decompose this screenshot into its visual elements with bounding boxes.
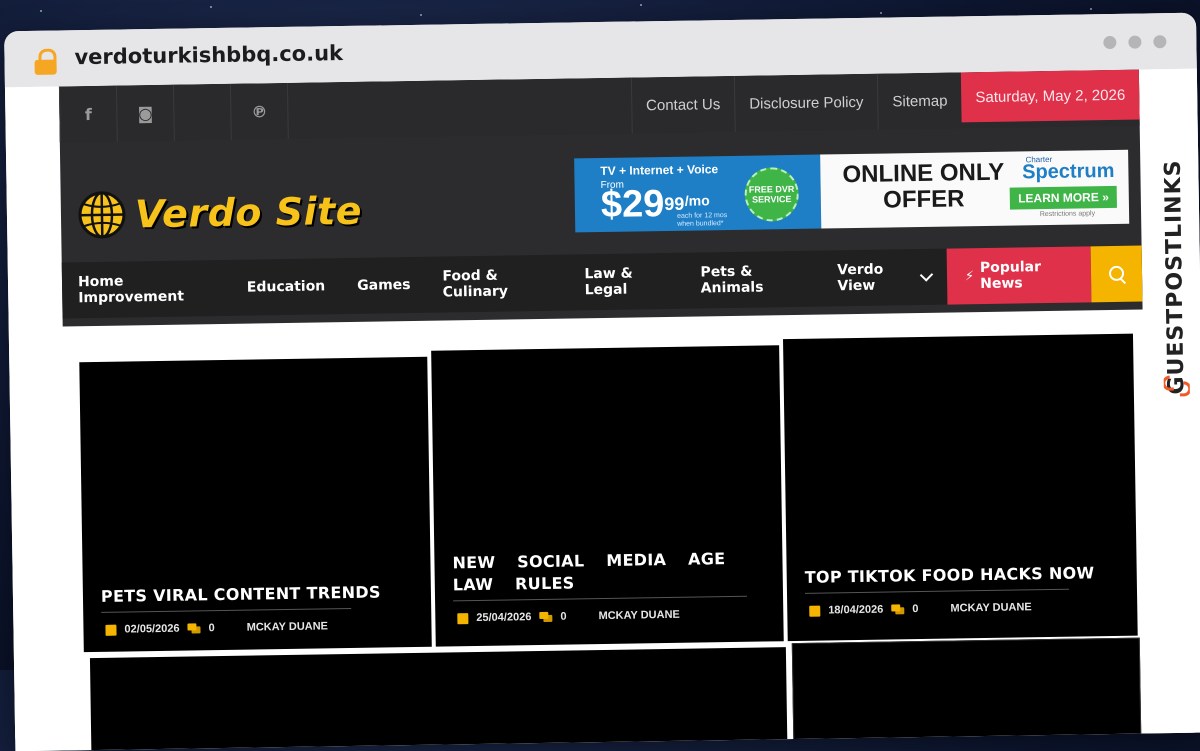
post-card[interactable]: PETS VIRAL CONTENT TRENDS 02/05/2026 0 M… xyxy=(79,356,432,653)
ad-price-dollars: $29 xyxy=(600,183,665,227)
post-meta: 18/04/2026 0 MCKAY DUANE xyxy=(809,601,1032,616)
browser-window: verdoturkishbbq.co.uk f ◙ ℗ Contact Us D… xyxy=(4,12,1200,751)
comment-icon xyxy=(539,612,552,622)
disclosure-policy-link[interactable]: Disclosure Policy xyxy=(733,73,878,132)
chain-link-icon xyxy=(1163,375,1190,397)
post-date: 25/04/2026 xyxy=(476,611,532,625)
post-author[interactable]: MCKAY DUANE xyxy=(950,601,1031,614)
post-divider xyxy=(804,588,1069,594)
ad-price-cents: 99 xyxy=(664,193,685,215)
calendar-icon xyxy=(105,624,117,636)
ad-offer-panel: ONLINE ONLY OFFER Charter Spectrum LEARN… xyxy=(820,149,1130,229)
site-logo[interactable]: Verdo Site xyxy=(77,186,363,240)
logo-text: Verdo Site xyxy=(134,188,363,237)
post-comments[interactable]: 0 xyxy=(560,611,566,623)
ad-top-line: TV + Internet + Voice xyxy=(600,162,719,179)
ad-learn-more-button[interactable]: LEARN MORE » xyxy=(1009,185,1117,210)
pinterest-icon[interactable]: ℗ xyxy=(230,82,289,140)
blank-icon[interactable] xyxy=(173,83,232,141)
post-date: 02/05/2026 xyxy=(124,622,180,636)
ad-offer: ONLINE ONLY OFFER xyxy=(842,158,1005,214)
window-controls xyxy=(1103,35,1167,50)
nav-item-games[interactable]: Games xyxy=(341,257,427,314)
facebook-icon[interactable]: f xyxy=(58,85,118,143)
nav-item-education[interactable]: Education xyxy=(230,258,341,316)
window-dot-icon[interactable] xyxy=(1128,35,1142,49)
post-grid: PETS VIRAL CONTENT TRENDS 02/05/2026 0 M… xyxy=(79,333,1142,751)
calendar-icon xyxy=(809,605,821,617)
url-text[interactable]: verdoturkishbbq.co.uk xyxy=(74,41,343,69)
guestpostlinks-text: GUESTPOSTLINKS xyxy=(1160,159,1190,395)
post-date: 18/04/2026 xyxy=(828,603,884,617)
main-nav: Home Improvement Education Games Food & … xyxy=(61,245,1143,319)
post-card[interactable]: NEW SOCIAL MEDIA AGE LAW RULES 25/04/202… xyxy=(431,345,784,647)
search-icon xyxy=(1108,265,1126,285)
top-links: Contact Us Disclosure Policy Sitemap Sat… xyxy=(630,69,1140,134)
window-dot-icon[interactable] xyxy=(1153,35,1167,49)
ad-brand: Spectrum xyxy=(1021,159,1115,184)
date-badge: Saturday, May 2, 2026 xyxy=(961,69,1140,123)
nav-dropdown-label: Verdo View xyxy=(837,261,884,295)
bolt-icon: ⚡ xyxy=(964,268,975,284)
nav-item-pets-animals[interactable]: Pets & Animals xyxy=(684,251,822,309)
globe-icon xyxy=(78,191,126,239)
post-divider xyxy=(101,607,352,613)
post-card[interactable] xyxy=(89,647,788,751)
post-author[interactable]: MCKAY DUANE xyxy=(598,609,679,622)
social-links: f ◙ ℗ xyxy=(58,82,289,143)
post-comments[interactable]: 0 xyxy=(912,603,918,615)
ad-banner[interactable]: TV + Internet + Voice From $2999 /mo eac… xyxy=(574,149,1130,233)
post-title[interactable]: PETS VIRAL CONTENT TRENDS xyxy=(101,581,421,608)
post-divider xyxy=(453,595,748,602)
ad-restrictions: Restrictions apply xyxy=(1039,210,1096,219)
post-card[interactable] xyxy=(791,637,1142,751)
nav-item-home-improvement[interactable]: Home Improvement xyxy=(62,260,232,319)
ad-per: /mo xyxy=(684,192,710,209)
popular-news-label: Popular News xyxy=(979,259,1042,293)
lock-icon xyxy=(34,48,57,75)
comment-icon xyxy=(891,604,904,614)
ad-price: $2999 xyxy=(600,183,685,227)
nav-item-verdo-view[interactable]: Verdo View xyxy=(821,249,947,307)
contact-us-link[interactable]: Contact Us xyxy=(630,75,735,134)
post-meta: 25/04/2026 0 MCKAY DUANE xyxy=(457,609,680,624)
ad-fine-print: each for 12 mos when bundled* xyxy=(677,212,728,228)
guestpostlinks-badge: GUESTPOSTLINKS xyxy=(1156,125,1195,425)
comment-icon xyxy=(187,623,200,633)
post-meta: 02/05/2026 0 MCKAY DUANE xyxy=(105,620,328,636)
ad-seal: FREE DVR SERVICE xyxy=(744,166,800,222)
popular-news-button[interactable]: ⚡ Popular News xyxy=(946,246,1092,305)
search-button[interactable] xyxy=(1090,245,1143,303)
post-author[interactable]: MCKAY DUANE xyxy=(247,620,328,633)
calendar-icon xyxy=(457,612,469,624)
nav-item-law-legal[interactable]: Law & Legal xyxy=(568,253,685,311)
site-header: f ◙ ℗ Contact Us Disclosure Policy Sitem… xyxy=(58,69,1143,327)
post-title[interactable]: NEW SOCIAL MEDIA AGE LAW RULES xyxy=(452,548,753,597)
post-card[interactable]: TOP TIKTOK FOOD HACKS NOW 18/04/2026 0 M… xyxy=(783,333,1138,642)
post-title[interactable]: TOP TIKTOK FOOD HACKS NOW xyxy=(805,562,1125,589)
nav-item-food-culinary[interactable]: Food & Culinary xyxy=(426,255,569,313)
sitemap-link[interactable]: Sitemap xyxy=(877,72,962,130)
ad-price-panel: TV + Internet + Voice From $2999 /mo eac… xyxy=(574,154,822,233)
post-comments[interactable]: 0 xyxy=(208,622,214,634)
page-viewport: f ◙ ℗ Contact Us Disclosure Policy Sitem… xyxy=(4,68,1200,751)
instagram-icon[interactable]: ◙ xyxy=(116,84,175,142)
chevron-down-icon xyxy=(919,268,934,282)
window-dot-icon[interactable] xyxy=(1103,35,1117,50)
